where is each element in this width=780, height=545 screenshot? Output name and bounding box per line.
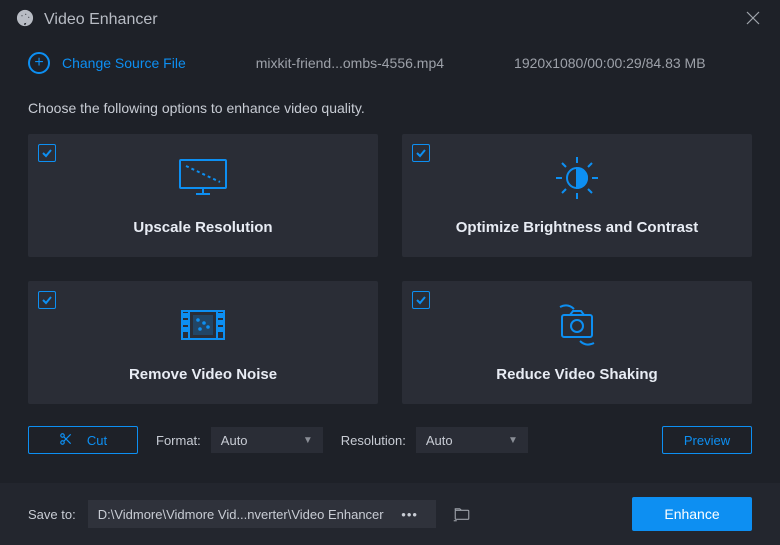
format-value: Auto xyxy=(221,433,248,448)
save-path-text: D:\Vidmore\Vidmore Vid...nverter\Video E… xyxy=(98,507,384,522)
option-label: Upscale Resolution xyxy=(133,219,272,236)
source-file-name: mixkit-friend...ombs-4556.mp4 xyxy=(256,55,444,71)
titlebar: Video Enhancer xyxy=(0,0,780,40)
options-grid: Upscale Resolution xyxy=(28,134,752,404)
resolution-value: Auto xyxy=(426,433,453,448)
resolution-select[interactable]: Auto ▼ xyxy=(416,427,528,453)
option-label: Optimize Brightness and Contrast xyxy=(456,219,699,236)
brightness-icon xyxy=(552,155,602,201)
format-select[interactable]: Auto ▼ xyxy=(211,427,323,453)
option-reduce-shaking[interactable]: Reduce Video Shaking xyxy=(402,281,752,404)
preview-label: Preview xyxy=(684,433,730,448)
option-upscale-resolution[interactable]: Upscale Resolution xyxy=(28,134,378,257)
source-file-info: 1920x1080/00:00:29/84.83 MB xyxy=(514,55,706,71)
instruction-text: Choose the following options to enhance … xyxy=(28,92,752,134)
cut-label: Cut xyxy=(87,433,107,448)
change-source-button[interactable]: + Change Source File xyxy=(28,52,186,74)
palette-icon xyxy=(16,9,34,32)
option-remove-noise[interactable]: Remove Video Noise xyxy=(28,281,378,404)
browse-button[interactable]: ••• xyxy=(394,507,426,522)
checkbox-upscale[interactable] xyxy=(38,144,56,162)
enhance-label: Enhance xyxy=(664,506,719,522)
monitor-icon xyxy=(176,155,230,201)
bottom-bar: Save to: D:\Vidmore\Vidmore Vid...nverte… xyxy=(0,483,780,545)
chevron-down-icon: ▼ xyxy=(508,435,518,446)
checkbox-shaking[interactable] xyxy=(412,291,430,309)
main-area: Choose the following options to enhance … xyxy=(0,92,780,454)
cut-button[interactable]: Cut xyxy=(28,426,138,454)
resolution-label: Resolution: xyxy=(341,433,406,448)
source-bar: + Change Source File mixkit-friend...omb… xyxy=(0,40,780,92)
camera-shake-icon xyxy=(552,302,602,348)
save-to-label: Save to: xyxy=(28,507,76,522)
open-folder-button[interactable] xyxy=(448,500,476,528)
enhance-button[interactable]: Enhance xyxy=(632,497,752,531)
close-button[interactable] xyxy=(742,7,764,34)
checkbox-brightness[interactable] xyxy=(412,144,430,162)
titlebar-left: Video Enhancer xyxy=(16,9,158,32)
preview-button[interactable]: Preview xyxy=(662,426,752,454)
resolution-group: Resolution: Auto ▼ xyxy=(341,427,528,453)
chevron-down-icon: ▼ xyxy=(303,435,313,446)
change-source-label: Change Source File xyxy=(62,55,186,71)
format-group: Format: Auto ▼ xyxy=(156,427,323,453)
plus-icon: + xyxy=(28,52,50,74)
controls-row: Cut Format: Auto ▼ Resolution: Auto ▼ Pr… xyxy=(28,404,752,454)
format-label: Format: xyxy=(156,433,201,448)
option-brightness-contrast[interactable]: Optimize Brightness and Contrast xyxy=(402,134,752,257)
window-title: Video Enhancer xyxy=(44,11,158,29)
option-label: Remove Video Noise xyxy=(129,366,277,383)
checkbox-noise[interactable] xyxy=(38,291,56,309)
scissors-icon xyxy=(59,432,73,449)
film-noise-icon xyxy=(178,302,228,348)
save-path-field[interactable]: D:\Vidmore\Vidmore Vid...nverter\Video E… xyxy=(88,500,436,528)
option-label: Reduce Video Shaking xyxy=(496,366,657,383)
